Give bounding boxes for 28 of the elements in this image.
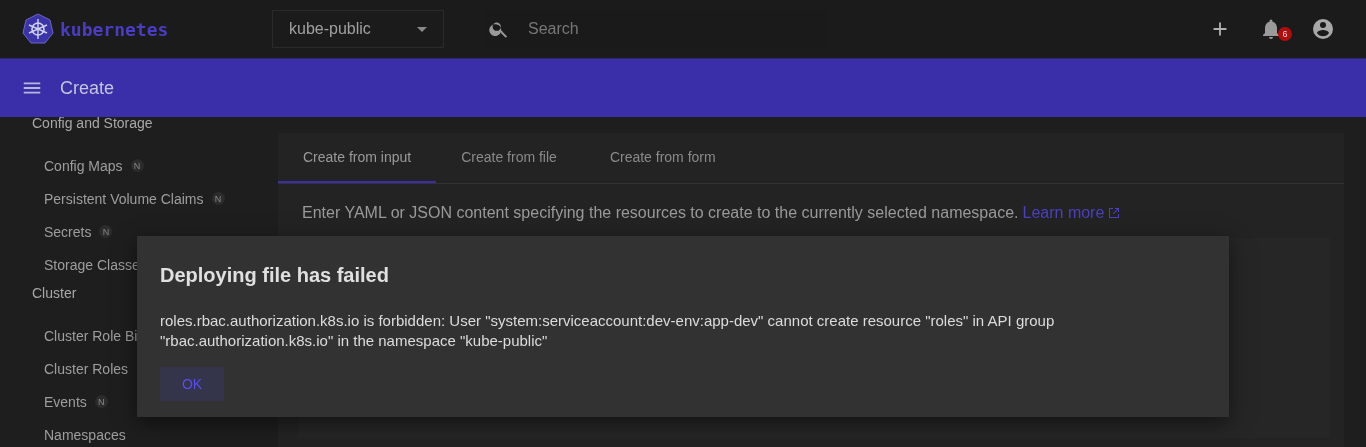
tab[interactable]: Create from input	[278, 133, 437, 183]
search-field[interactable]: Search	[526, 19, 790, 39]
page-title: Create	[60, 77, 115, 99]
caret-icon	[417, 26, 427, 32]
sidebar-item[interactable]: Cluster Roles	[44, 360, 129, 377]
section-title: Cluster	[31, 285, 78, 303]
sidebar-item[interactable]: Namespaces	[44, 426, 126, 443]
namespaced-badge: N	[130, 159, 144, 172]
error-message: roles.rbac.authorization.k8s.io is forbidden: User "system:serviceaccount:dev-env:app-dev" cannot create resource "roles" in API group "rbac.authorization.k8s.io" in the namespace "kube-public"	[160, 311, 1056, 351]
tab[interactable]: Create from form	[584, 133, 744, 183]
tab[interactable]: Create from file	[436, 133, 585, 183]
sidebar-item[interactable]: Persistent Volume Claims	[44, 190, 204, 207]
namespaced-badge: N	[94, 395, 108, 408]
dialog-title: Deploying file has failed	[160, 264, 390, 287]
logo-text: kubernetes	[60, 18, 169, 40]
sidebar-item[interactable]: Events	[44, 393, 87, 410]
namespaced-badge: N	[99, 225, 113, 238]
sidebar-item[interactable]: Config Maps	[44, 157, 123, 174]
notification-count: 6	[1278, 27, 1292, 41]
section-title: Config and Storage	[31, 115, 154, 133]
sidebar-item[interactable]: Cluster Role Bi	[44, 327, 138, 344]
namespaced-badge: N	[211, 192, 225, 205]
namespace-dropdown[interactable]: kube-public	[272, 10, 444, 48]
account-icon[interactable]	[1311, 17, 1335, 41]
external-link-icon	[1108, 207, 1121, 219]
helm-wheel-icon	[22, 13, 54, 45]
sidebar-item[interactable]: Secrets	[44, 223, 92, 240]
description-text: Enter YAML or JSON content specifying the resources to create to the currently selected namespace.	[302, 204, 1019, 222]
